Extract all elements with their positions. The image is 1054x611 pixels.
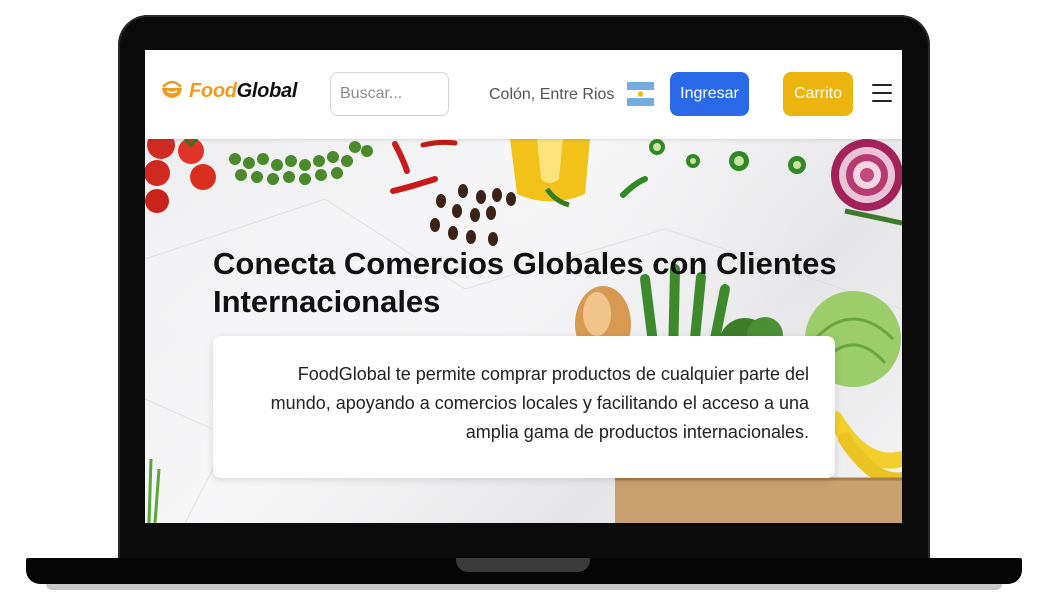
laptop-shadow <box>46 584 1002 590</box>
laptop-notch <box>456 558 590 572</box>
cart-button[interactable]: Carrito <box>783 72 853 116</box>
hero-description-card: FoodGlobal te permite comprar productos … <box>213 336 835 478</box>
argentina-flag-icon[interactable] <box>627 82 654 106</box>
hamburger-menu-icon[interactable] <box>872 84 892 102</box>
login-button[interactable]: Ingresar <box>670 72 749 116</box>
brand-logo[interactable]: FoodGlobal <box>160 78 297 105</box>
food-bowl-icon <box>160 78 184 105</box>
hero-section: Conecta Comercios Globales con Clientes … <box>145 139 902 523</box>
brand-name-suffix: Global <box>236 80 298 102</box>
hero-description: FoodGlobal te permite comprar productos … <box>270 364 809 442</box>
brand-name: FoodGlobal <box>189 80 297 103</box>
tomatoes-icon <box>145 139 216 213</box>
location-text: Colón, Entre Rios <box>489 86 615 103</box>
hero-title: Conecta Comercios Globales con Clientes … <box>213 246 837 319</box>
navbar: FoodGlobal Colón, Entre Rios Ingresar Ca… <box>145 50 902 139</box>
search-input[interactable] <box>330 72 449 116</box>
laptop-screen: FoodGlobal Colón, Entre Rios Ingresar Ca… <box>145 50 902 523</box>
brand-name-prefix: Food <box>189 80 237 102</box>
